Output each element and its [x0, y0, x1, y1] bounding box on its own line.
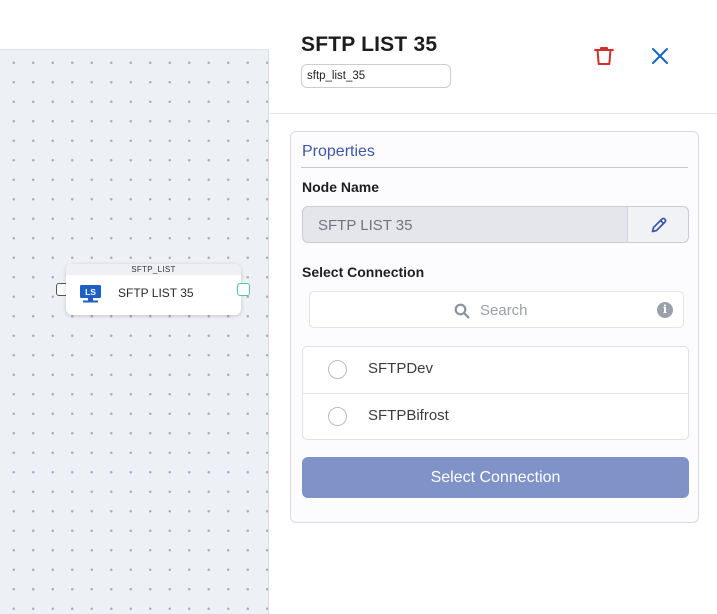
node-name-label: Node Name: [302, 179, 380, 195]
radio-button[interactable]: [328, 360, 347, 379]
pencil-icon: [650, 216, 668, 239]
divider: [301, 167, 688, 168]
flow-canvas[interactable]: [0, 50, 269, 614]
select-connection-button[interactable]: Select Connection: [302, 457, 689, 498]
node-output-port[interactable]: [237, 283, 250, 296]
panel-title: SFTP LIST 35: [301, 33, 438, 56]
connection-option[interactable]: SFTPDev: [303, 347, 688, 393]
radio-button[interactable]: [328, 407, 347, 426]
edit-node-name-button[interactable]: [627, 207, 688, 242]
canvas-toolbar: [0, 0, 269, 50]
node-id-badge: sftp_list_35: [301, 64, 451, 88]
node-name-value: SFTP LIST 35: [318, 217, 413, 234]
node-name: SFTP LIST 35: [118, 286, 194, 300]
node-name-field: SFTP LIST 35: [302, 206, 689, 243]
search-icon: [454, 303, 470, 319]
connection-search-input[interactable]: Search i: [309, 291, 684, 328]
close-panel-button[interactable]: [648, 44, 672, 68]
select-connection-label: Select Connection: [302, 264, 425, 280]
close-icon: [648, 48, 672, 72]
info-icon[interactable]: i: [657, 302, 673, 318]
trash-icon: [592, 47, 616, 72]
connection-list: SFTPDev SFTPBifrost: [302, 346, 689, 440]
properties-card: Properties Node Name SFTP LIST 35 Select…: [290, 131, 699, 523]
panel-header: SFTP LIST 35 sftp_list_35: [270, 0, 717, 114]
flow-node[interactable]: SFTP_LIST LS SFTP LIST 35: [66, 264, 241, 315]
connection-label: SFTPDev: [368, 360, 434, 377]
connection-option[interactable]: SFTPBifrost: [303, 393, 688, 439]
connection-label: SFTPBifrost: [368, 407, 449, 424]
delete-node-button[interactable]: [592, 44, 616, 68]
svg-text:LS: LS: [85, 287, 96, 297]
search-placeholder: Search: [480, 302, 528, 319]
properties-heading: Properties: [302, 143, 375, 160]
list-sftp-icon: LS: [79, 284, 102, 304]
node-type-label: SFTP_LIST: [66, 264, 241, 275]
